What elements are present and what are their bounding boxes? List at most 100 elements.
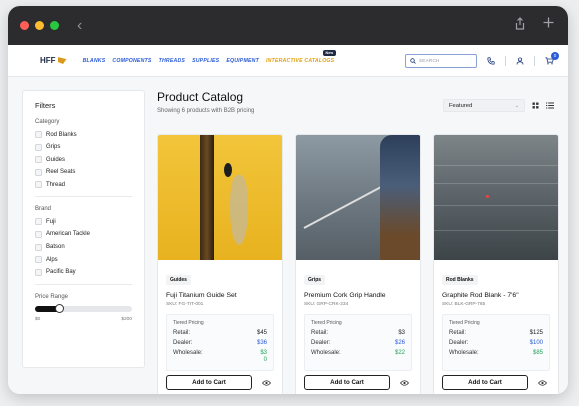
filter-brand-fuji[interactable]: Fuji xyxy=(35,218,132,226)
checkbox[interactable] xyxy=(35,243,42,251)
image-angler xyxy=(380,135,420,260)
image-wave xyxy=(434,205,558,206)
eye-icon[interactable] xyxy=(535,375,550,390)
product-name[interactable]: Graphite Rod Blank - 7'6" xyxy=(442,292,550,299)
minimize-window-button[interactable] xyxy=(35,21,44,30)
checkbox[interactable] xyxy=(35,168,42,176)
filter-label: American Tackle xyxy=(46,231,90,238)
checkbox[interactable] xyxy=(35,156,42,164)
image-bobber xyxy=(486,195,489,198)
checkbox[interactable] xyxy=(35,181,42,189)
sort-select[interactable]: Featured ⌄ xyxy=(443,99,525,112)
retail-label: Retail: xyxy=(449,330,467,336)
retail-price: $45 xyxy=(256,330,267,336)
add-to-cart-button[interactable]: Add to Cart xyxy=(304,375,390,390)
cart-button[interactable]: 0 xyxy=(545,51,559,65)
retail-label: Retail: xyxy=(173,330,191,336)
price-max-label: $200 xyxy=(121,316,132,322)
filter-category-guides[interactable]: Guides xyxy=(35,156,132,164)
nav-equipment[interactable]: EQUIPMENT xyxy=(226,58,259,64)
tiered-pricing-title: Tiered Pricing xyxy=(173,320,204,326)
divider xyxy=(35,283,132,285)
close-window-button[interactable] xyxy=(20,21,29,30)
product-card[interactable]: Rod Blanks Graphite Rod Blank - 7'6" SKU… xyxy=(433,134,559,394)
dealer-label: Dealer: xyxy=(311,340,331,346)
price-range-thumb[interactable] xyxy=(55,304,65,314)
add-to-cart-button[interactable]: Add to Cart xyxy=(442,375,528,390)
nav-supplies[interactable]: SUPPLIES xyxy=(192,58,219,64)
list-view-icon[interactable] xyxy=(546,102,554,109)
price-range-slider[interactable] xyxy=(35,304,132,314)
search-input[interactable]: SEARCH xyxy=(405,53,477,68)
product-sku: SKU: FG-TIT-001 xyxy=(166,302,204,307)
product-image[interactable] xyxy=(434,135,558,260)
filter-brand-pacific-bay[interactable]: Pacific Bay xyxy=(35,268,132,276)
filter-category-thread[interactable]: Thread xyxy=(35,181,132,189)
header-divider xyxy=(534,55,535,66)
share-icon[interactable] xyxy=(515,17,525,30)
checkbox[interactable] xyxy=(35,268,42,276)
user-icon[interactable] xyxy=(516,56,524,65)
wholesale-label: Wholesale: xyxy=(449,350,479,356)
checkbox[interactable] xyxy=(35,256,42,264)
filter-brand-batson[interactable]: Batson xyxy=(35,243,132,251)
tiered-pricing-title: Tiered Pricing xyxy=(311,320,342,326)
image-wave xyxy=(434,230,558,231)
nav-blanks[interactable]: BLANKS xyxy=(83,58,106,64)
eye-icon[interactable] xyxy=(259,375,274,390)
wholesale-price: $3 0 xyxy=(260,350,267,364)
site-logo[interactable]: HFF xyxy=(40,56,67,65)
product-image[interactable] xyxy=(296,135,420,260)
cart-count-badge: 0 xyxy=(551,51,559,60)
product-card[interactable]: Guides Fuji Titanium Guide Set SKU: FG-T… xyxy=(157,134,283,394)
page-content: Filters Category Rod Blanks Grips Guides… xyxy=(8,77,568,394)
image-guide xyxy=(224,163,232,177)
checkbox[interactable] xyxy=(35,218,42,226)
eye-icon[interactable] xyxy=(397,375,412,390)
filter-category-rod-blanks[interactable]: Rod Blanks xyxy=(35,131,132,138)
product-card[interactable]: Grips Premium Cork Grip Handle SKU: GRP-… xyxy=(295,134,421,394)
plus-icon[interactable] xyxy=(543,17,554,30)
category-badge: Grips xyxy=(304,275,326,285)
filter-label: Alps xyxy=(46,256,58,263)
browser-chrome: ‹ xyxy=(8,6,568,45)
image-wave xyxy=(434,183,558,184)
checkbox[interactable] xyxy=(35,143,42,151)
filter-brand-american-tackle[interactable]: American Tackle xyxy=(35,230,132,238)
nav-components[interactable]: COMPONENTS xyxy=(112,58,151,64)
chevron-left-icon[interactable]: ‹ xyxy=(77,17,82,34)
tiered-pricing: Tiered Pricing Retail: $45 Dealer: $36 Who… xyxy=(166,314,274,371)
main-nav: BLANKS COMPONENTS THREADS SUPPLIES EQUIP… xyxy=(83,49,337,64)
image-wave xyxy=(434,165,558,166)
nav-threads[interactable]: THREADS xyxy=(159,58,185,64)
dealer-price: $36 xyxy=(256,340,267,346)
nav-interactive-catalogs[interactable]: INTERACTIVE CATALOGS New xyxy=(266,49,337,64)
maximize-window-button[interactable] xyxy=(50,21,59,30)
logo-mark-icon xyxy=(57,57,67,64)
filter-category-reel-seats[interactable]: Reel Seats xyxy=(35,168,132,176)
product-image[interactable] xyxy=(158,135,282,260)
retail-price: $125 xyxy=(529,330,543,336)
product-name[interactable]: Fuji Titanium Guide Set xyxy=(166,292,274,299)
phone-icon[interactable] xyxy=(487,56,495,65)
category-title: Category xyxy=(35,119,60,125)
retail-label: Retail: xyxy=(311,330,329,336)
catalog-main: Product Catalog Showing 6 products with … xyxy=(157,90,559,394)
filter-category-grips[interactable]: Grips xyxy=(35,143,132,151)
checkbox[interactable] xyxy=(35,230,42,238)
filter-brand-alps[interactable]: Alps xyxy=(35,256,132,264)
filter-label: Fuji xyxy=(46,218,56,225)
filter-label: Rod Blanks xyxy=(46,131,77,138)
product-name[interactable]: Premium Cork Grip Handle xyxy=(304,292,412,299)
grid-view-icon[interactable] xyxy=(532,102,539,109)
add-to-cart-button[interactable]: Add to Cart xyxy=(166,375,252,390)
wholesale-price: $85 xyxy=(532,350,543,356)
wholesale-price: $22 xyxy=(394,350,405,356)
image-feather xyxy=(230,175,248,245)
filters-title: Filters xyxy=(35,101,56,110)
product-grid: Guides Fuji Titanium Guide Set SKU: FG-T… xyxy=(157,134,559,394)
wholesale-label: Wholesale: xyxy=(311,350,341,356)
filter-label: Pacific Bay xyxy=(46,269,76,276)
filter-label: Grips xyxy=(46,144,61,151)
checkbox[interactable] xyxy=(35,131,42,138)
